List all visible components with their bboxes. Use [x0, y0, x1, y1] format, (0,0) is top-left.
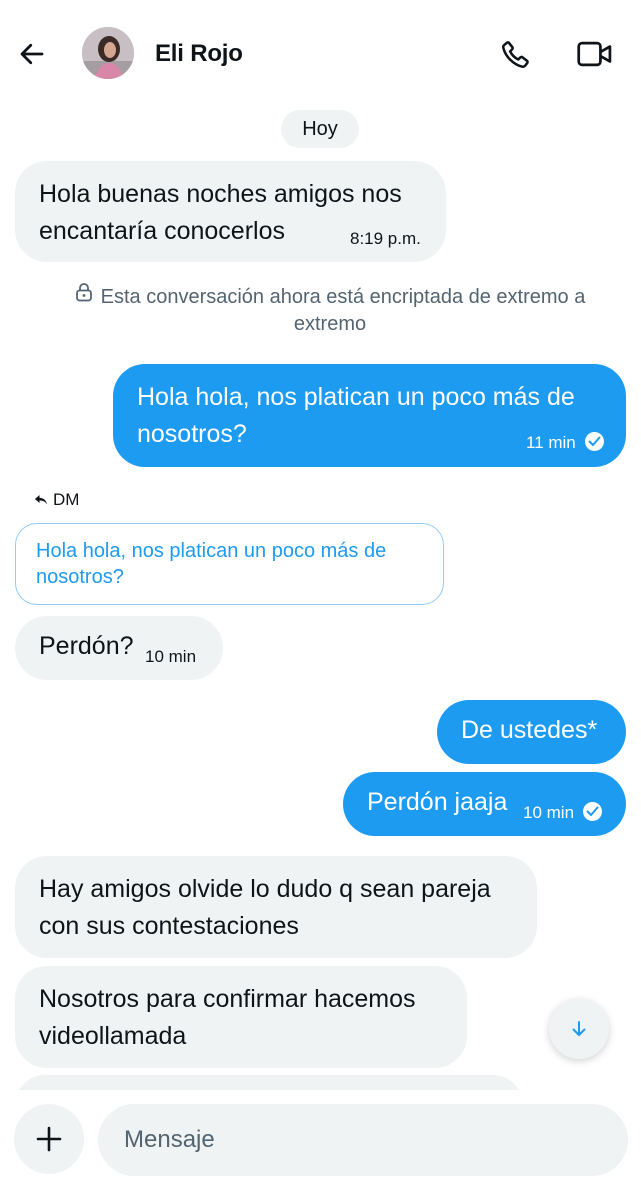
- message-text: Hola hola, nos platican un poco más de n…: [137, 383, 575, 448]
- reply-quote[interactable]: Hola hola, nos platican un poco más de n…: [15, 523, 444, 605]
- message-time: 10 min: [523, 803, 575, 822]
- contact-name[interactable]: Eli Rojo: [155, 40, 243, 68]
- plus-icon: [36, 1126, 62, 1152]
- arrow-left-icon: [20, 43, 44, 65]
- phone-icon: [501, 41, 529, 69]
- reply-arrow-icon: [35, 495, 47, 505]
- reply-label: DM: [34, 490, 79, 510]
- chat-header: Eli Rojo: [0, 0, 641, 104]
- message-bubble-outgoing[interactable]: Hola hola, nos platican un poco más de n…: [113, 364, 626, 467]
- date-separator: Hoy: [281, 110, 359, 148]
- check-circle-icon: [583, 802, 603, 822]
- message-text: De ustedes*: [461, 716, 598, 744]
- message-composer: [0, 1090, 641, 1200]
- video-camera-icon: [577, 41, 612, 67]
- message-bubble-outgoing[interactable]: De ustedes*: [437, 700, 626, 764]
- message-thread: Hoy Hola buenas noches amigos nos encant…: [0, 104, 641, 1090]
- message-bubble-incoming[interactable]: Hola buenas noches amigos nos encantaría…: [15, 161, 446, 262]
- check-circle-icon: [584, 432, 604, 452]
- message-bubble-incoming[interactable]: Nosotros para confirmar hacemos videolla…: [15, 966, 467, 1068]
- video-call-button[interactable]: [574, 35, 616, 73]
- message-time: 8:19 p.m.: [350, 229, 421, 248]
- message-text: Hay amigos olvide lo dudo q sean pareja …: [39, 875, 491, 940]
- avatar[interactable]: [82, 27, 134, 79]
- message-time-row: 11 min: [526, 432, 604, 453]
- reply-label-text: DM: [53, 490, 80, 509]
- message-input[interactable]: [98, 1104, 628, 1176]
- message-text: Nosotros para confirmar hacemos videolla…: [39, 985, 416, 1050]
- message-text: Hola buenas noches amigos nos encantaría…: [39, 180, 402, 245]
- message-time: 10 min: [145, 647, 197, 666]
- back-button[interactable]: [14, 36, 50, 72]
- encryption-notice: Esta conversación ahora está encriptada …: [40, 282, 620, 337]
- message-bubble-incoming[interactable]: Hay amigos olvide lo dudo q sean pareja …: [15, 856, 537, 958]
- add-attachment-button[interactable]: [14, 1104, 84, 1174]
- encryption-notice-text: Esta conversación ahora está encriptada …: [100, 286, 586, 336]
- message-bubble-incoming[interactable]: Perdón? 10 min: [15, 616, 223, 680]
- message-text: Perdón?: [39, 632, 134, 660]
- message-time-row: 10 min: [523, 802, 603, 823]
- message-bubble-outgoing[interactable]: Perdón jaaja 10 min: [343, 772, 626, 836]
- message-bubble-incoming[interactable]: [15, 1075, 523, 1090]
- lock-icon: [75, 282, 93, 309]
- message-time: 11 min: [526, 433, 576, 452]
- call-button[interactable]: [497, 35, 535, 73]
- scroll-to-bottom-button[interactable]: [549, 999, 609, 1059]
- message-text: Perdón jaaja: [367, 788, 508, 816]
- arrow-down-icon: [572, 1021, 586, 1036]
